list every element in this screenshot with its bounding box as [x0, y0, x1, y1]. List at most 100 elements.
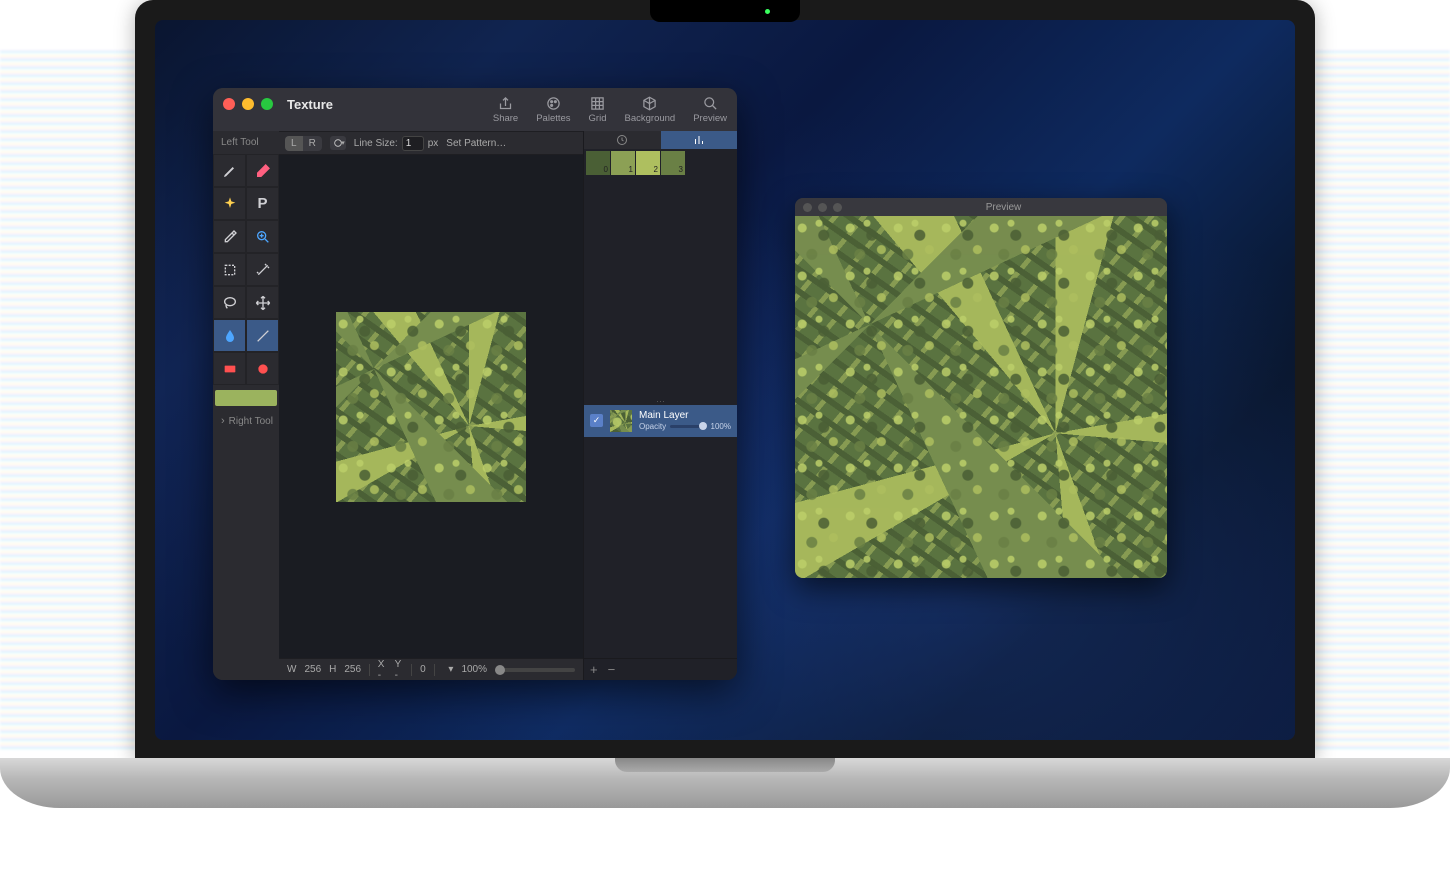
right-panel: ⋯ ✓ Main Layer Opacity 100%: [583, 131, 737, 680]
titlebar: Texture Share Palettes Grid: [213, 88, 737, 131]
toolbar-label: Share: [493, 113, 518, 124]
toolbar-label: Preview: [693, 113, 727, 124]
close-button[interactable]: [803, 203, 812, 212]
wand-tool[interactable]: [246, 253, 279, 286]
current-color-swatch[interactable]: [215, 390, 277, 406]
preview-titlebar: Preview: [795, 198, 1167, 216]
line-size-group: Line Size: px: [354, 136, 438, 151]
preview-button[interactable]: Preview: [693, 96, 727, 124]
palettes-button[interactable]: Palettes: [536, 96, 570, 124]
line-size-label: Line Size:: [354, 138, 398, 149]
sparkle-tool[interactable]: [213, 187, 246, 220]
lasso-tool[interactable]: [213, 286, 246, 319]
grid-button[interactable]: Grid: [589, 96, 607, 124]
zoom-slider[interactable]: [495, 668, 575, 672]
share-icon: [498, 96, 513, 111]
desktop: Texture Share Palettes Grid: [155, 20, 1295, 740]
right-tool-label: Right Tool: [229, 416, 273, 427]
pencil-tool[interactable]: [213, 154, 246, 187]
eraser-icon: [255, 163, 271, 179]
preview-canvas: [795, 216, 1167, 578]
swatch-1[interactable]: [611, 151, 635, 175]
layer-actions: + −: [584, 658, 737, 680]
layer-opacity-row: Opacity 100%: [639, 422, 731, 431]
minimize-button[interactable]: [242, 98, 254, 110]
panel-spacer: [584, 177, 737, 399]
window-controls: [223, 98, 273, 110]
layer-thumbnail: [610, 410, 632, 432]
clock-icon: [616, 134, 628, 146]
line-size-input[interactable]: [402, 136, 424, 151]
eyedrop-icon: [222, 229, 238, 245]
canvas-viewport[interactable]: [279, 155, 583, 658]
lasso-icon: [222, 295, 238, 311]
swatch-0[interactable]: [586, 151, 610, 175]
palette-tab[interactable]: [661, 131, 738, 149]
layer-row[interactable]: ✓ Main Layer Opacity 100%: [584, 405, 737, 437]
toolbar-label: Background: [625, 113, 676, 124]
line-size-unit: px: [428, 138, 439, 149]
background-button[interactable]: Background: [625, 96, 676, 124]
laptop-bezel: Texture Share Palettes Grid: [135, 0, 1315, 760]
eyedropper-tool[interactable]: [213, 220, 246, 253]
layer-visibility-checkbox[interactable]: ✓: [590, 414, 603, 427]
width-value: 256: [304, 664, 321, 675]
preview-window: Preview: [795, 198, 1167, 578]
width-label: W: [287, 664, 296, 675]
type-tool[interactable]: P: [246, 187, 279, 220]
grid-icon: [590, 96, 605, 111]
set-pattern-button[interactable]: Set Pattern…: [446, 138, 506, 149]
marquee-tool[interactable]: [213, 253, 246, 286]
opacity-slider[interactable]: [670, 425, 706, 428]
coord-value: 0: [420, 664, 426, 675]
share-button[interactable]: Share: [493, 96, 518, 124]
eraser-tool[interactable]: [246, 154, 279, 187]
move-tool[interactable]: [246, 286, 279, 319]
zoom-tool[interactable]: [246, 220, 279, 253]
right-tool-header[interactable]: Right Tool: [213, 409, 279, 433]
line-icon: [255, 328, 271, 344]
minimize-button[interactable]: [818, 203, 827, 212]
line-tool[interactable]: [246, 319, 279, 352]
canvas[interactable]: [336, 312, 526, 502]
swatch-2[interactable]: [636, 151, 660, 175]
cube-icon: [642, 96, 657, 111]
palette-tabs: [584, 131, 737, 149]
swatch-3[interactable]: [661, 151, 685, 175]
window-title: Texture: [287, 97, 333, 112]
left-mode[interactable]: L: [285, 136, 303, 151]
toolbar-actions: Share Palettes Grid Background: [493, 96, 727, 124]
height-label: H: [329, 664, 336, 675]
options-bar: L R Line Size: px Set Pattern…: [279, 131, 583, 155]
droplet-icon: [222, 328, 238, 344]
tool-sidebar: Left Tool P: [213, 131, 279, 680]
bars-icon: [693, 134, 705, 146]
toolbar-label: Grid: [589, 113, 607, 124]
zoom-button[interactable]: [833, 203, 842, 212]
close-button[interactable]: [223, 98, 235, 110]
line-style-dropdown[interactable]: [330, 136, 346, 150]
panel-spacer: [584, 437, 737, 659]
decorative-glow: [1315, 50, 1450, 750]
search-icon: [703, 96, 718, 111]
bucket-tool[interactable]: [213, 319, 246, 352]
rect-tool[interactable]: [213, 352, 246, 385]
toolbar-label: Palettes: [536, 113, 570, 124]
add-layer-button[interactable]: +: [590, 662, 598, 677]
marquee-icon: [222, 262, 238, 278]
rect-icon: [222, 361, 238, 377]
wand-icon: [255, 262, 271, 278]
zoom-button[interactable]: [261, 98, 273, 110]
type-icon: P: [257, 195, 267, 212]
laptop-base: [0, 758, 1450, 808]
laptop-notch: [650, 0, 800, 22]
ellipse-tool[interactable]: [246, 352, 279, 385]
divider: [434, 664, 435, 676]
zoom-value: 100%: [461, 664, 487, 675]
history-tab[interactable]: [584, 131, 661, 149]
remove-layer-button[interactable]: −: [608, 662, 616, 677]
lr-segment[interactable]: L R: [285, 136, 322, 151]
layer-info: Main Layer Opacity 100%: [639, 410, 731, 431]
ellipse-icon: [255, 361, 271, 377]
right-mode[interactable]: R: [303, 136, 322, 151]
